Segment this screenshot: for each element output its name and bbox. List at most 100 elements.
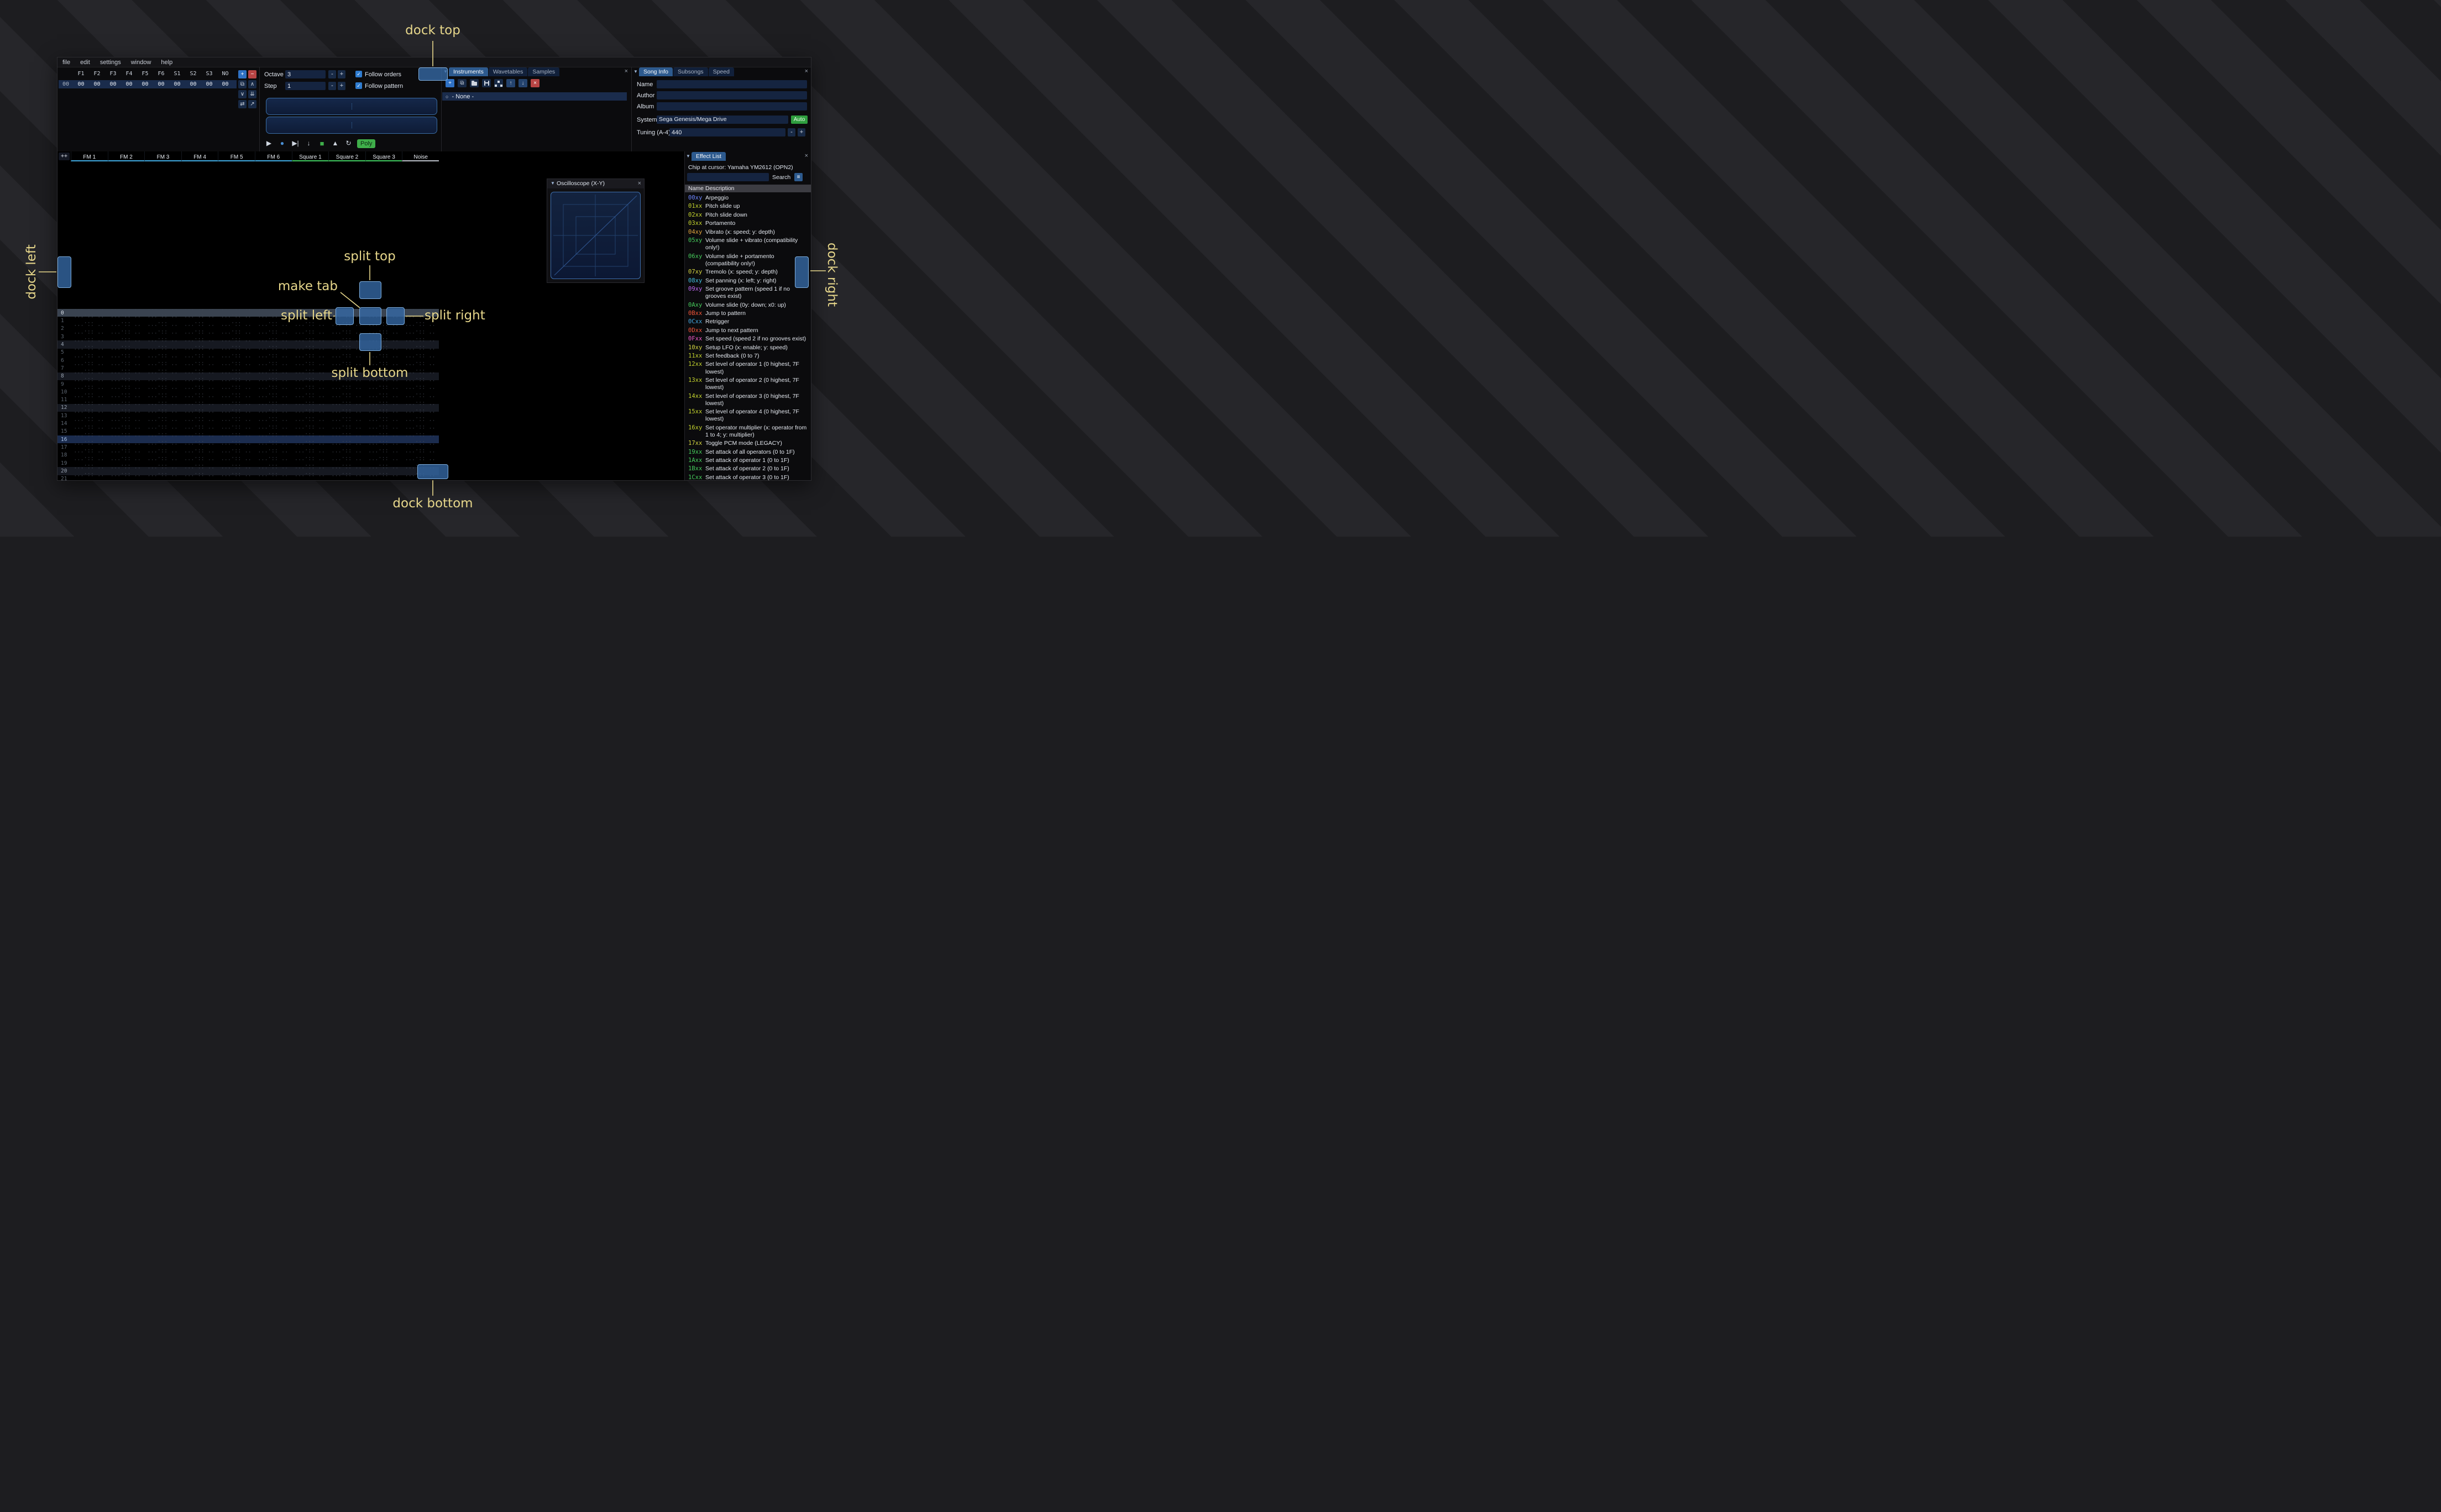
song-album-input[interactable] bbox=[657, 102, 807, 111]
duplicate-instrument-button[interactable]: ⧉ bbox=[458, 79, 467, 87]
duplicate-order-button[interactable]: ⧉ bbox=[238, 80, 247, 88]
orders-cell[interactable]: 00 bbox=[201, 81, 217, 87]
pattern-cell[interactable]: ··· ·· ·· ··· bbox=[255, 474, 292, 480]
add-order-button[interactable]: + bbox=[238, 70, 247, 78]
instrument-list-item-none[interactable]: ○ - None - bbox=[442, 92, 627, 101]
channel-header-square-3[interactable]: Square 3 bbox=[365, 151, 402, 161]
tab-song-info[interactable]: Song Info bbox=[639, 67, 673, 76]
effect-list-menu-button[interactable]: ≡ bbox=[794, 173, 803, 181]
split-left-target[interactable] bbox=[336, 307, 354, 325]
pattern-cell[interactable]: ··· ·· ·· ··· bbox=[292, 474, 329, 480]
octave-increment-button[interactable]: + bbox=[338, 70, 345, 78]
oscilloscope-title-bar[interactable]: ▼ Oscilloscope (X-Y) × bbox=[547, 179, 644, 188]
tuning-input[interactable] bbox=[669, 128, 785, 136]
save-instrument-button[interactable] bbox=[482, 79, 491, 87]
channel-header-fm-4[interactable]: FM 4 bbox=[181, 151, 218, 161]
open-instrument-button[interactable] bbox=[470, 79, 479, 87]
split-right-target[interactable] bbox=[386, 307, 405, 325]
add-instrument-button[interactable]: + bbox=[446, 79, 454, 87]
move-instrument-down-button[interactable]: ↓ bbox=[518, 79, 527, 87]
orders-cell[interactable]: 00 bbox=[217, 81, 233, 87]
orders-cell[interactable]: 00 bbox=[73, 81, 89, 87]
effect-search-input[interactable] bbox=[687, 173, 769, 181]
channel-header-fm-2[interactable]: FM 2 bbox=[107, 151, 145, 161]
channel-header-fm-3[interactable]: FM 3 bbox=[144, 151, 181, 161]
poly-toggle-button[interactable]: Poly bbox=[357, 139, 376, 148]
tab-samples[interactable]: Samples bbox=[528, 67, 560, 76]
octave-decrement-button[interactable]: - bbox=[328, 70, 336, 78]
dock-bottom-target[interactable] bbox=[417, 464, 448, 479]
play-button[interactable]: ▶ bbox=[264, 139, 274, 148]
expand-channels-button[interactable]: ++ bbox=[59, 153, 70, 160]
repeat-pattern-button[interactable]: ↻ bbox=[344, 139, 353, 148]
menu-edit[interactable]: edit bbox=[75, 59, 95, 66]
close-icon[interactable]: × bbox=[625, 68, 628, 75]
collapse-icon[interactable]: ▼ bbox=[632, 67, 639, 76]
menu-help[interactable]: help bbox=[156, 59, 177, 66]
dock-left-target[interactable] bbox=[57, 256, 71, 288]
tuning-decrement-button[interactable]: - bbox=[788, 128, 795, 136]
pattern-cell[interactable]: ··· ·· ·· ··· bbox=[328, 474, 365, 480]
tab-subsongs[interactable]: Subsongs bbox=[673, 67, 708, 76]
move-instrument-up-button[interactable]: ↑ bbox=[506, 79, 515, 87]
orders-cell[interactable]: 00 bbox=[89, 81, 105, 87]
duplicate-order-to-end-button[interactable]: ⇊ bbox=[248, 90, 256, 98]
pattern-cell[interactable]: ··· ·· ·· ··· bbox=[108, 474, 145, 480]
octave-input[interactable] bbox=[285, 70, 326, 78]
menu-settings[interactable]: settings bbox=[95, 59, 126, 66]
split-bottom-target[interactable] bbox=[359, 333, 381, 351]
play-from-start-button[interactable]: ● bbox=[277, 139, 287, 148]
close-icon[interactable]: × bbox=[805, 153, 808, 159]
channel-header-fm-6[interactable]: FM 6 bbox=[254, 151, 292, 161]
close-icon[interactable]: × bbox=[638, 180, 641, 187]
system-selector[interactable]: Sega Genesis/Mega Drive bbox=[657, 116, 788, 124]
dock-top-target[interactable] bbox=[418, 67, 448, 81]
step-decrement-button[interactable]: - bbox=[328, 82, 336, 90]
play-pattern-button[interactable]: ▶| bbox=[291, 139, 300, 148]
orders-row[interactable]: 00 00 00 00 00 00 00 00 00 00 00 bbox=[59, 80, 237, 88]
stop-button[interactable]: ■ bbox=[317, 139, 327, 148]
tab-speed[interactable]: Speed bbox=[708, 67, 735, 76]
remove-order-button[interactable]: − bbox=[248, 70, 256, 78]
pattern-cell[interactable]: ··· ·· ·· ··· bbox=[71, 474, 108, 480]
organize-instruments-button[interactable] bbox=[494, 79, 503, 87]
pattern-cell[interactable]: ··· ·· ·· ··· bbox=[365, 474, 402, 480]
split-top-target[interactable] bbox=[359, 281, 381, 299]
move-order-down-button[interactable]: ∨ bbox=[238, 90, 247, 98]
menu-window[interactable]: window bbox=[126, 59, 156, 66]
follow-orders-checkbox[interactable]: ✓ bbox=[355, 71, 362, 77]
orders-cell[interactable]: 00 bbox=[121, 81, 137, 87]
make-tab-target[interactable] bbox=[359, 307, 381, 325]
system-auto-button[interactable]: Auto bbox=[791, 116, 808, 124]
orders-cell[interactable]: 00 bbox=[169, 81, 185, 87]
order-change-mode-button[interactable]: ⇄ bbox=[238, 100, 247, 108]
order-edit-mode-button[interactable]: ↗ bbox=[248, 100, 256, 108]
step-input[interactable] bbox=[285, 82, 326, 90]
delete-instrument-button[interactable]: × bbox=[531, 79, 539, 87]
pattern-cell[interactable]: ··· ·· ·· ··· bbox=[144, 474, 181, 480]
metronome-button[interactable]: ▲ bbox=[331, 139, 340, 148]
step-row-button[interactable]: ↓ bbox=[304, 139, 313, 148]
collapse-icon[interactable]: ▼ bbox=[549, 179, 556, 188]
move-order-up-button[interactable]: ∧ bbox=[248, 80, 256, 88]
channel-header-square-1[interactable]: Square 1 bbox=[291, 151, 329, 161]
orders-cell[interactable]: 00 bbox=[137, 81, 153, 87]
tuning-increment-button[interactable]: + bbox=[798, 128, 805, 136]
step-increment-button[interactable]: + bbox=[338, 82, 345, 90]
follow-pattern-checkbox[interactable]: ✓ bbox=[355, 82, 362, 89]
channel-header-square-2[interactable]: Square 2 bbox=[328, 151, 365, 161]
channel-header-fm-1[interactable]: FM 1 bbox=[71, 151, 108, 161]
orders-cell[interactable]: 00 bbox=[105, 81, 121, 87]
tab-instruments[interactable]: Instruments bbox=[449, 67, 488, 76]
channel-header-fm-5[interactable]: FM 5 bbox=[218, 151, 255, 161]
collapse-icon[interactable]: ▼ bbox=[685, 152, 692, 161]
close-icon[interactable]: × bbox=[805, 68, 808, 75]
pattern-cell[interactable]: ··· ·· ·· ··· bbox=[218, 474, 255, 480]
pattern-cell[interactable]: ··· ·· ·· ··· bbox=[181, 474, 218, 480]
tab-effect-list[interactable]: Effect List bbox=[692, 152, 726, 161]
orders-cell[interactable]: 00 bbox=[153, 81, 169, 87]
channel-header-noise[interactable]: Noise bbox=[402, 151, 439, 161]
song-name-input[interactable] bbox=[657, 80, 807, 88]
song-author-input[interactable] bbox=[657, 91, 807, 99]
dock-right-target[interactable] bbox=[795, 256, 809, 288]
